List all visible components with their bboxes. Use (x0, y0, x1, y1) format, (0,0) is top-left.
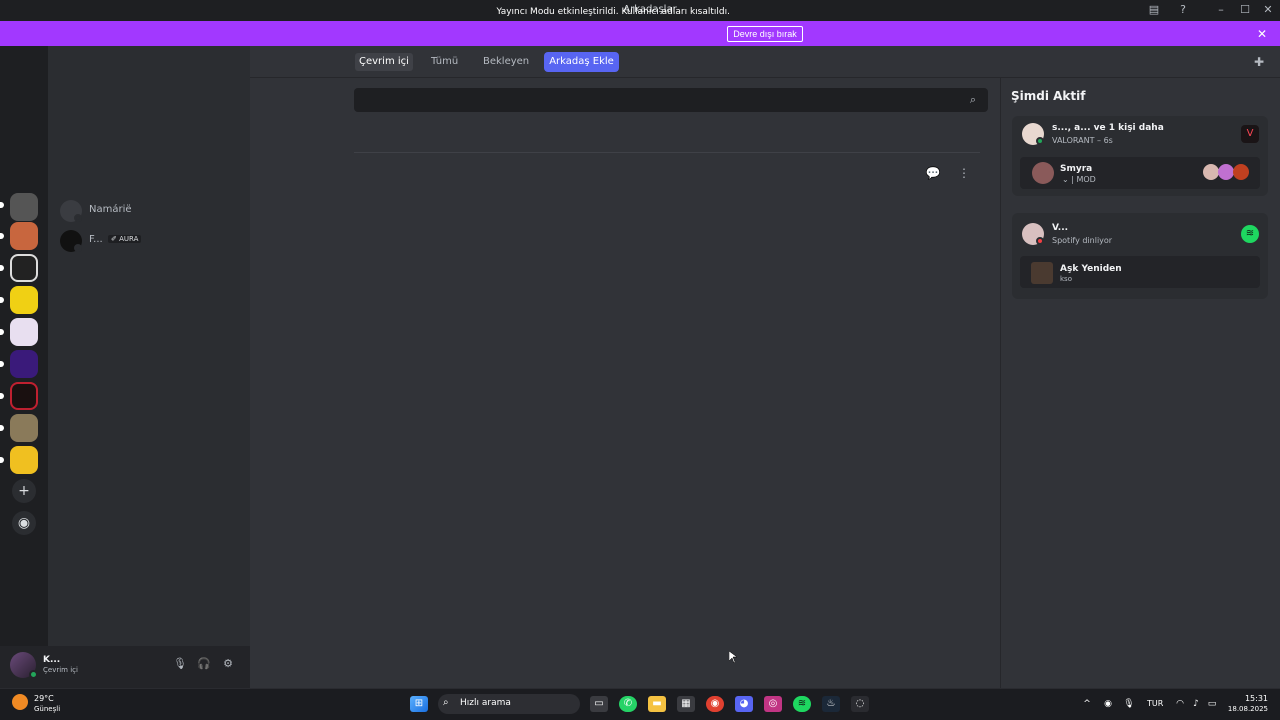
clock-date[interactable]: 18.08.2025 (1218, 705, 1268, 713)
close-banner-icon[interactable]: ✕ (1254, 27, 1270, 41)
tab-online[interactable]: Çevrim içi (355, 53, 413, 71)
server-icon[interactable] (10, 286, 38, 314)
disable-streamer-mode-button[interactable]: Devre dışı bırak (727, 26, 803, 42)
discord-icon[interactable]: ◕ (735, 696, 753, 712)
track-name: Aşk Yeniden (1060, 264, 1122, 274)
settings-icon[interactable]: ⚙ (220, 656, 236, 672)
explore-icon[interactable]: ◉ (12, 511, 36, 535)
avatar (1203, 164, 1219, 180)
activity-subtitle: Spotify dinliyor (1052, 236, 1113, 245)
search-input[interactable] (354, 88, 954, 112)
file-explorer-icon[interactable]: ▬ (648, 696, 666, 712)
input-language[interactable]: TUR (1147, 699, 1163, 708)
add-friend-button[interactable]: Arkadaş Ekle (544, 52, 619, 72)
new-group-dm-icon[interactable]: ✚ (1251, 55, 1267, 69)
avatar (1218, 164, 1234, 180)
channel-role-text: MOD (1076, 175, 1096, 184)
active-now-title: Şimdi Aktif (1011, 89, 1086, 103)
friends-search: ⌕ (354, 88, 988, 112)
more-options-icon[interactable]: ⋮ (955, 164, 973, 182)
weather-text: Güneşli (34, 705, 61, 713)
add-server-icon[interactable]: + (12, 479, 36, 503)
message-icon[interactable]: 💬 (924, 164, 942, 182)
dm-item[interactable]: F... ✐ AURA (56, 228, 246, 254)
now-playing[interactable] (1020, 256, 1260, 288)
dm-name: Namárië (89, 204, 132, 215)
search-icon: ⌕ (443, 697, 449, 708)
mouse-cursor-icon (729, 651, 737, 663)
tray-mic-icon[interactable]: 🎙 (1122, 697, 1136, 711)
minimize-icon[interactable]: – (1213, 3, 1229, 17)
instagram-icon[interactable]: ◎ (764, 696, 782, 712)
server-icon[interactable] (10, 446, 38, 474)
server-icon[interactable] (10, 350, 38, 378)
valorant-icon: V (1241, 125, 1259, 143)
status-dot (1036, 137, 1044, 145)
battery-icon[interactable]: ▭ (1205, 697, 1219, 711)
weather-icon[interactable] (12, 694, 28, 710)
wifi-icon[interactable]: ◠ (1173, 697, 1187, 711)
server-icon[interactable] (10, 414, 38, 442)
dm-list-panel (48, 46, 250, 688)
volume-icon[interactable]: ♪ (1189, 697, 1203, 711)
activity-title: s..., a... ve 1 kişi daha (1052, 123, 1164, 133)
album-art (1031, 262, 1053, 284)
server-icon[interactable] (10, 382, 38, 410)
server-icon[interactable] (10, 222, 38, 250)
headphones-icon[interactable]: 🎧 (196, 656, 212, 672)
whatsapp-icon[interactable]: ✆ (619, 696, 637, 712)
dm-name: F... (89, 234, 103, 245)
channel-name: Smyra (1060, 164, 1093, 174)
friends-main (250, 46, 1000, 688)
task-view-icon[interactable]: ▭ (590, 696, 608, 712)
channel-role: ⌄ | MOD (1062, 175, 1096, 184)
activity-subtitle: VALORANT – 6s (1052, 136, 1113, 145)
streamer-mode-banner (0, 21, 1280, 46)
avatar (1032, 162, 1054, 184)
status-dot (29, 670, 38, 679)
guild-tag-text: AURA (119, 235, 139, 243)
server-icon[interactable] (10, 318, 38, 346)
microphone-icon[interactable]: 🎙 (172, 656, 188, 672)
avatar (1233, 164, 1249, 180)
dm-item[interactable]: Namárië (56, 198, 246, 224)
chrome-icon[interactable]: ◉ (706, 696, 724, 712)
tab-pending[interactable]: Bekleyen (479, 53, 533, 71)
tab-all[interactable]: Tümü (427, 53, 462, 71)
activity-title: V... (1052, 223, 1069, 233)
app-icon[interactable]: ◌ (851, 696, 869, 712)
search-icon: ⌕ (969, 93, 977, 106)
user-panel: K... Çevrim içi 🎙 🎧 ⚙ (0, 646, 250, 688)
server-icon[interactable] (10, 254, 38, 282)
status-dot (74, 244, 82, 252)
spotify-taskbar-icon[interactable]: ≋ (793, 696, 811, 712)
status-dot (1036, 237, 1044, 245)
help-icon[interactable]: ? (1175, 3, 1191, 17)
taskbar-search-text: Hızlı arama (460, 698, 511, 708)
spotify-icon: ≋ (1241, 225, 1259, 243)
server-icon[interactable] (10, 193, 38, 221)
user-name: K... (43, 655, 61, 665)
close-window-icon[interactable]: ✕ (1260, 3, 1276, 17)
user-status: Çevrim içi (43, 666, 78, 674)
tray-expand-icon[interactable]: ^ (1080, 697, 1094, 711)
temperature: 29°C (34, 694, 54, 703)
divider (354, 152, 980, 153)
guild-tag: ✐ AURA (108, 235, 142, 243)
track-artist: kso (1060, 275, 1072, 283)
clock-time[interactable]: 15:31 (1238, 694, 1268, 703)
tray-app-icon[interactable]: ◉ (1101, 697, 1115, 711)
status-dot (74, 214, 82, 222)
start-menu-icon[interactable]: ⊞ (410, 696, 428, 712)
inbox-icon[interactable]: ▤ (1146, 3, 1162, 17)
store-icon[interactable]: ▦ (677, 696, 695, 712)
banner-text: Yayıncı Modu etkinleştirildi. Kullanıcı … (496, 7, 730, 17)
steam-icon[interactable]: ♨ (822, 696, 840, 712)
maximize-icon[interactable]: ☐ (1237, 3, 1253, 17)
